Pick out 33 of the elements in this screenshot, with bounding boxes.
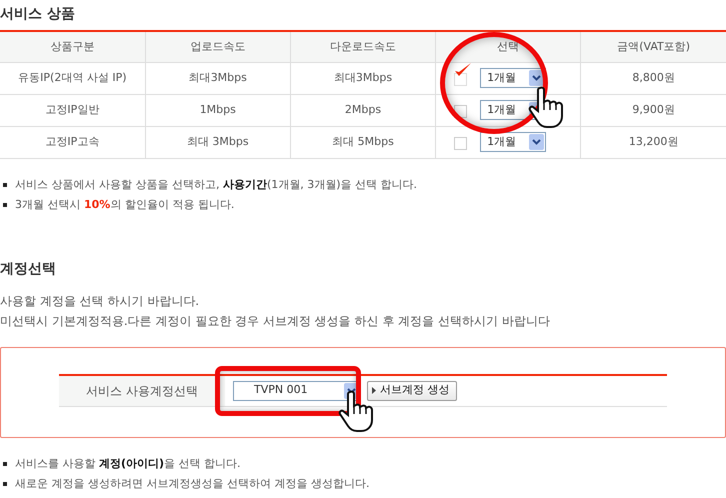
description-text: 미선택시 기본계정적용.다른 계정이 필요한 경우 서브계정 생성을 하신 후 계정을 선택하시기 바랍니다 [0,312,551,330]
bullet-icon [3,462,7,466]
bullet-icon [3,482,7,486]
column-header: 다운로드속도 [290,31,436,62]
table-cell: 유동IP(2대역 사설 IP) [0,62,146,94]
table-cell: 8,800원 [580,62,726,94]
column-header: 상품구분 [0,31,146,62]
checkbox[interactable] [454,62,472,86]
table-cell: 최대 5Mbps [290,126,436,158]
triangle-icon [372,387,376,394]
note-text: 3개월 선택시 10%의 할인율이 적용 됩니다. [15,196,234,212]
note-text: 서비스를 사용할 계정(아이디)을 선택 합니다. [15,456,241,472]
account-label: 서비스 사용계정선택 [59,376,225,406]
table-cell: 최대3Mbps [145,62,290,94]
table-cell: 고정IP일반 [0,94,146,126]
note-text: 새로운 계정을 생성하려면 서브계정생성을 선택하여 계정을 생성합니다. [15,476,370,492]
table-cell: 9,900원 [580,94,726,126]
period-dropdown[interactable]: 1개월 [480,132,546,152]
note-text: 서비스 상품에서 사용할 상품을 선택하고, 사용기간(1개월, 3개월)을 선택 합니다. [15,176,418,192]
column-header: 금액(VAT포함) [580,31,726,62]
bullet-icon [3,202,7,206]
column-header: 업로드속도 [145,31,290,62]
description-text: 사용할 계정을 선택 하시기 바랍니다. [0,292,200,310]
section-title: 서비스 상품 [0,5,76,24]
table-cell: 최대 3Mbps [145,126,290,158]
table-cell: 고정IP고속 [0,126,146,158]
table-cell: 2Mbps [290,94,436,126]
bullet-icon [3,182,7,186]
table-cell: 최대3Mbps [290,62,436,94]
table-cell: 1Mbps [145,94,290,126]
create-subaccount-button[interactable]: 서브계정 생성 [367,380,456,400]
section-title: 계정선택 [0,260,57,278]
table-cell: 13,200원 [580,126,726,158]
